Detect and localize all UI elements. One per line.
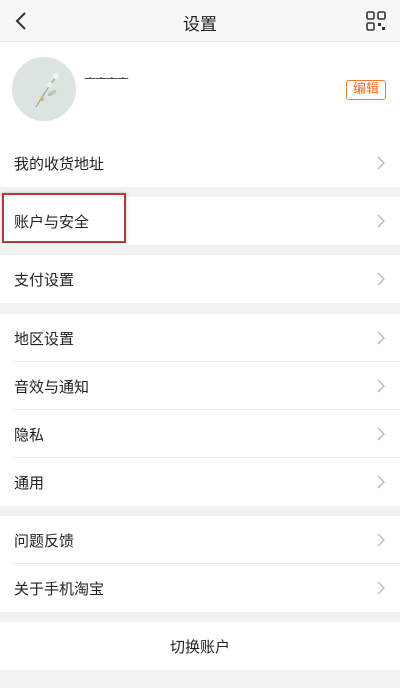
switch-account-label: 切换账户 [169, 638, 230, 656]
username: ᅩᅩᅩᅩ [84, 72, 129, 87]
page-title: 设置 [183, 15, 217, 35]
chevron-right-icon [377, 272, 385, 286]
row-label: 通用 [14, 474, 45, 492]
profile-card[interactable]: ᅩᅩᅩᅩ 编辑 [0, 42, 400, 139]
chevron-right-icon [377, 581, 385, 595]
chevron-right-icon [377, 156, 385, 170]
avatar[interactable] [12, 57, 76, 121]
row-label: 关于手机淘宝 [14, 580, 105, 598]
row-label: 音效与通知 [14, 378, 90, 396]
chevron-right-icon [377, 533, 385, 547]
chevron-right-icon [377, 427, 385, 441]
row-general[interactable]: 通用 [0, 458, 400, 506]
chevron-right-icon [377, 331, 385, 345]
row-label: 问题反馈 [14, 532, 75, 550]
row-label: 隐私 [14, 426, 45, 444]
chevron-right-icon [377, 214, 385, 228]
row-sound-notification[interactable]: 音效与通知 [0, 362, 400, 410]
qr-code-icon[interactable] [366, 11, 386, 31]
switch-account-button[interactable]: 切换账户 [0, 622, 400, 670]
chevron-right-icon [377, 379, 385, 393]
row-label: 地区设置 [14, 330, 75, 348]
row-about[interactable]: 关于手机淘宝 [0, 564, 400, 612]
row-region-settings[interactable]: 地区设置 [0, 314, 400, 362]
top-navigation-bar: 设置 [0, 0, 400, 42]
row-account-security[interactable]: 账户与安全 [0, 197, 400, 245]
row-feedback[interactable]: 问题反馈 [0, 516, 400, 564]
row-label: 支付设置 [14, 271, 75, 289]
row-shipping-address[interactable]: 我的收货地址 [0, 139, 400, 187]
row-label: 我的收货地址 [14, 155, 105, 173]
row-privacy[interactable]: 隐私 [0, 410, 400, 458]
flower-avatar-icon [12, 57, 76, 121]
edit-profile-button[interactable]: 编辑 [345, 80, 386, 100]
row-payment-settings[interactable]: 支付设置 [0, 255, 400, 303]
chevron-right-icon [377, 475, 385, 489]
row-label: 账户与安全 [14, 213, 90, 231]
